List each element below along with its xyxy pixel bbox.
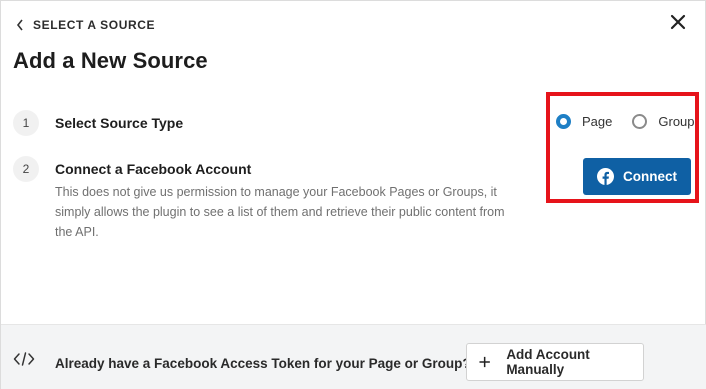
add-source-modal: SELECT A SOURCE Add a New Source 1 Selec…: [0, 0, 706, 389]
page-title: Add a New Source: [13, 48, 208, 73]
add-account-manually-label: Add Account Manually: [506, 347, 590, 377]
step-number: 2: [13, 156, 39, 182]
plus-icon: [479, 356, 490, 368]
highlight-annotation: [546, 92, 699, 203]
step-connect-account: 2 Connect a Facebook Account This does n…: [13, 156, 525, 242]
step-title: Select Source Type: [55, 115, 184, 131]
add-account-manually-button[interactable]: Add Account Manually: [466, 343, 644, 381]
step-title: Connect a Facebook Account: [55, 161, 252, 177]
step-select-source-type: 1 Select Source Type: [13, 110, 183, 136]
code-icon: [13, 352, 35, 366]
close-icon[interactable]: [667, 11, 689, 33]
step-number: 1: [13, 110, 39, 136]
step-description: This does not give us permission to mana…: [55, 185, 505, 239]
back-label: SELECT A SOURCE: [33, 18, 156, 32]
footer-bar: Already have a Facebook Access Token for…: [1, 324, 706, 389]
back-link[interactable]: SELECT A SOURCE: [15, 18, 155, 32]
access-token-prompt: Already have a Facebook Access Token for…: [55, 356, 471, 371]
chevron-left-icon: [16, 19, 23, 31]
